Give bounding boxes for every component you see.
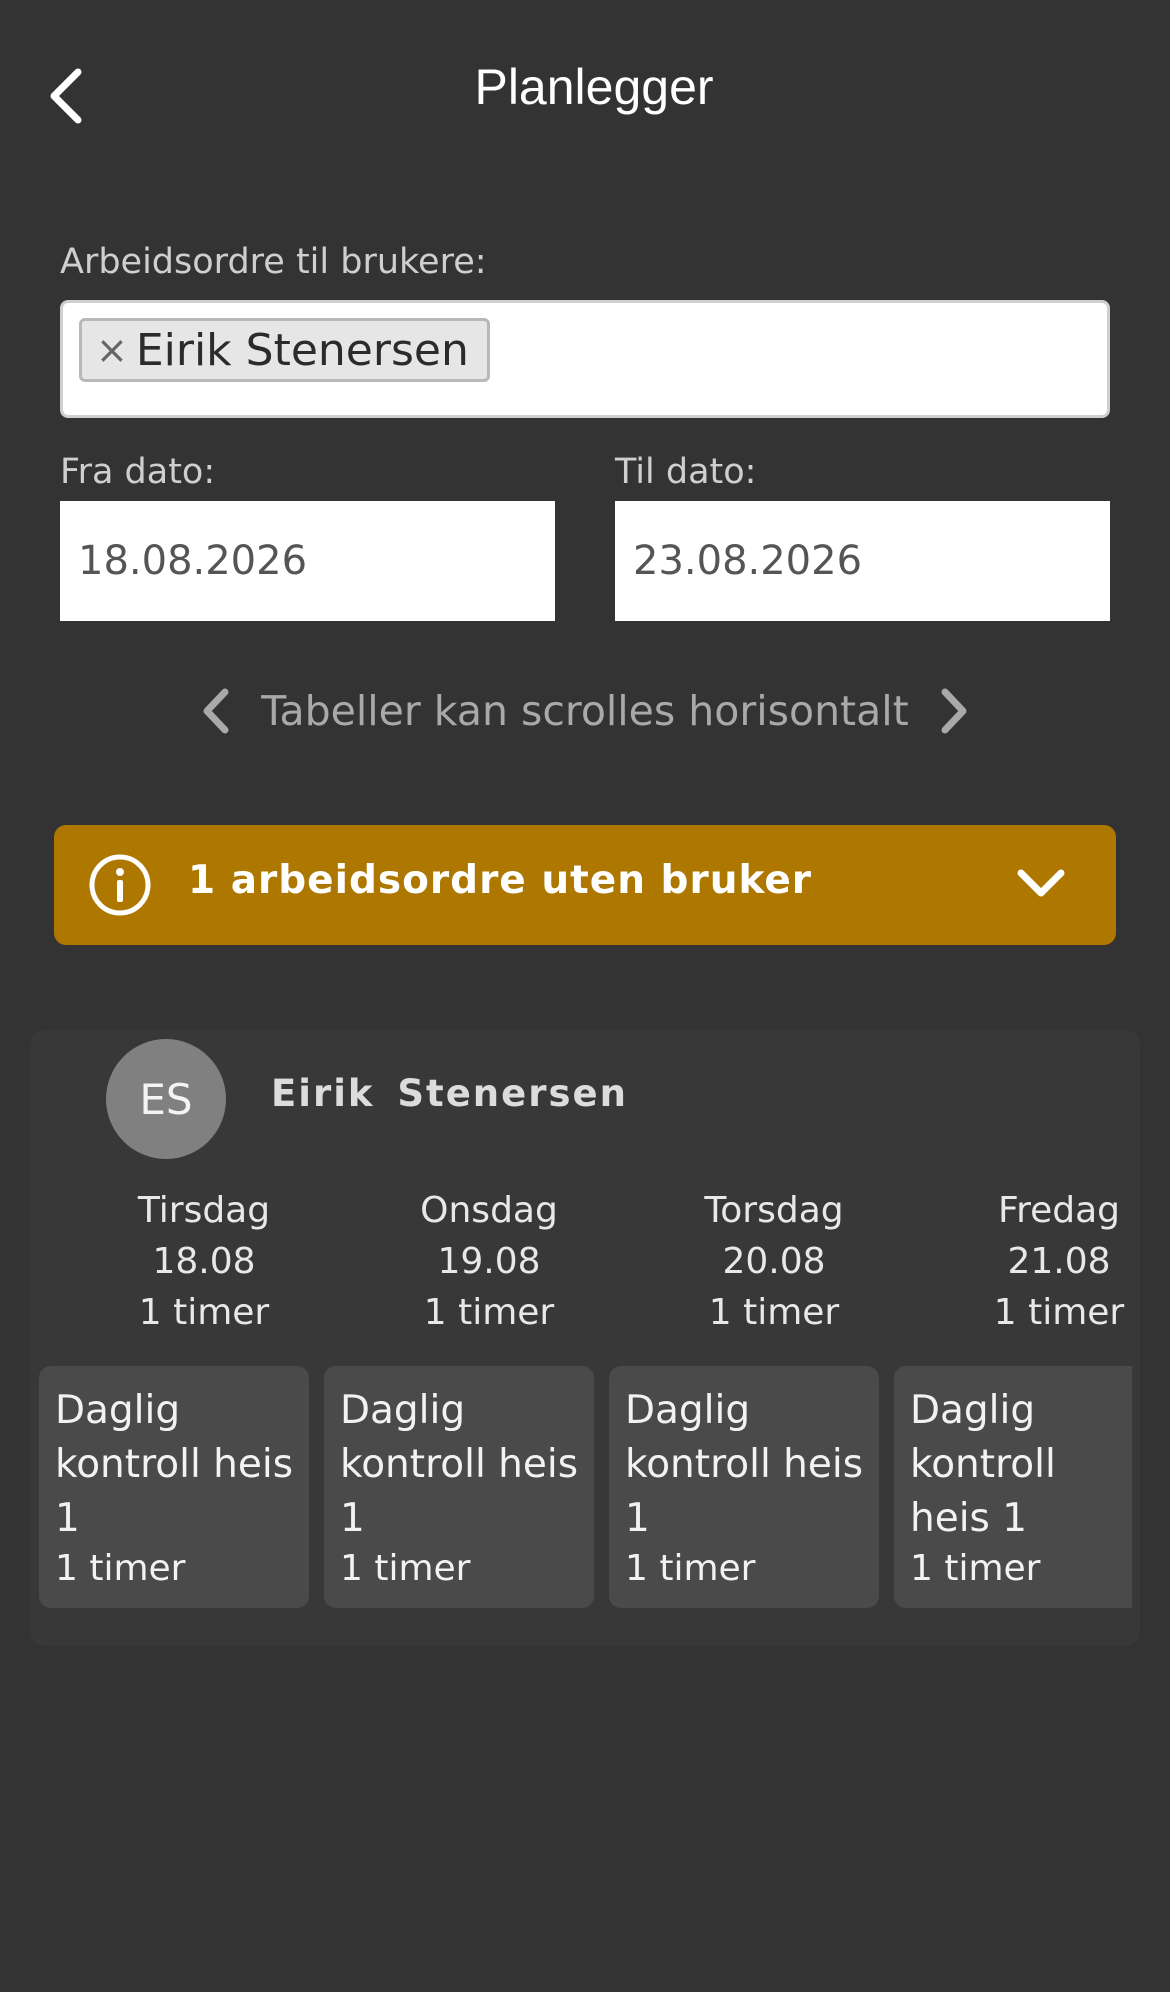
chevron-down-icon[interactable] bbox=[1016, 863, 1066, 907]
day-hours: 1 timer bbox=[138, 1292, 270, 1333]
task-name: Daglig kontroll heis 1 bbox=[55, 1388, 294, 1541]
day-header: Tirsdag 18.08 1 timer bbox=[69, 1185, 339, 1338]
from-date-input[interactable]: 18.08.2026 bbox=[60, 501, 555, 621]
page-title: Planlegger bbox=[474, 59, 714, 115]
from-date-label: Fra dato: bbox=[60, 452, 216, 492]
day-weekday: Fredag bbox=[997, 1190, 1120, 1231]
remove-user-button[interactable]: × bbox=[96, 328, 128, 372]
user-chip: × Eirik Stenersen bbox=[79, 318, 490, 382]
day-header: Onsdag 19.08 1 timer bbox=[354, 1185, 624, 1338]
to-date-input[interactable]: 23.08.2026 bbox=[615, 501, 1110, 621]
avatar: ES bbox=[106, 1039, 226, 1159]
scroll-hint: Tabeller kan scrolles horisontalt bbox=[0, 680, 1170, 742]
schedule-user-name: Eirik Stenersen bbox=[271, 1072, 628, 1115]
unassigned-orders-banner[interactable]: 1 arbeidsordre uten bruker bbox=[54, 825, 1116, 945]
unassigned-orders-text: 1 arbeidsordre uten bruker bbox=[188, 858, 813, 903]
task-card[interactable]: Daglig kontroll heis 1 1 timer bbox=[39, 1366, 309, 1608]
task-name: Daglig kontroll heis 1 bbox=[625, 1388, 864, 1541]
task-hours: 1 timer bbox=[55, 1548, 186, 1589]
task-card[interactable]: Daglig kontroll heis 1 1 timer bbox=[894, 1366, 1132, 1608]
day-header: Torsdag 20.08 1 timer bbox=[639, 1185, 909, 1338]
task-hours: 1 timer bbox=[910, 1548, 1041, 1589]
task-card[interactable]: Daglig kontroll heis 1 1 timer bbox=[609, 1366, 879, 1608]
day-date: 18.08 bbox=[152, 1241, 256, 1282]
day-weekday: Torsdag bbox=[704, 1190, 844, 1231]
day-header: Fredag 21.08 1 timer bbox=[924, 1185, 1140, 1338]
chevron-left-icon bbox=[203, 688, 229, 734]
task-hours: 1 timer bbox=[340, 1548, 471, 1589]
info-icon bbox=[89, 854, 151, 916]
day-date: 21.08 bbox=[1007, 1241, 1111, 1282]
day-hours: 1 timer bbox=[708, 1292, 840, 1333]
users-select[interactable]: × Eirik Stenersen bbox=[60, 300, 1110, 418]
day-hours: 1 timer bbox=[993, 1292, 1125, 1333]
user-schedule-card: ES Eirik Stenersen Tirsdag 18.08 1 timer… bbox=[30, 1030, 1140, 1646]
day-hours: 1 timer bbox=[423, 1292, 555, 1333]
day-date: 19.08 bbox=[437, 1241, 541, 1282]
day-weekday: Tirsdag bbox=[137, 1190, 271, 1231]
day-weekday: Onsdag bbox=[420, 1190, 558, 1231]
header: Planlegger bbox=[0, 0, 1170, 180]
task-hours: 1 timer bbox=[625, 1548, 756, 1589]
scroll-hint-text: Tabeller kan scrolles horisontalt bbox=[261, 687, 909, 735]
task-name: Daglig kontroll heis 1 bbox=[340, 1388, 579, 1541]
day-date: 20.08 bbox=[722, 1241, 826, 1282]
task-card[interactable]: Daglig kontroll heis 1 1 timer bbox=[324, 1366, 594, 1608]
chevron-right-icon bbox=[941, 688, 967, 734]
user-chip-label: Eirik Stenersen bbox=[135, 324, 469, 376]
users-field-label: Arbeidsordre til brukere: bbox=[60, 242, 487, 282]
to-date-label: Til dato: bbox=[615, 452, 757, 492]
task-name: Daglig kontroll heis 1 bbox=[910, 1388, 1056, 1541]
